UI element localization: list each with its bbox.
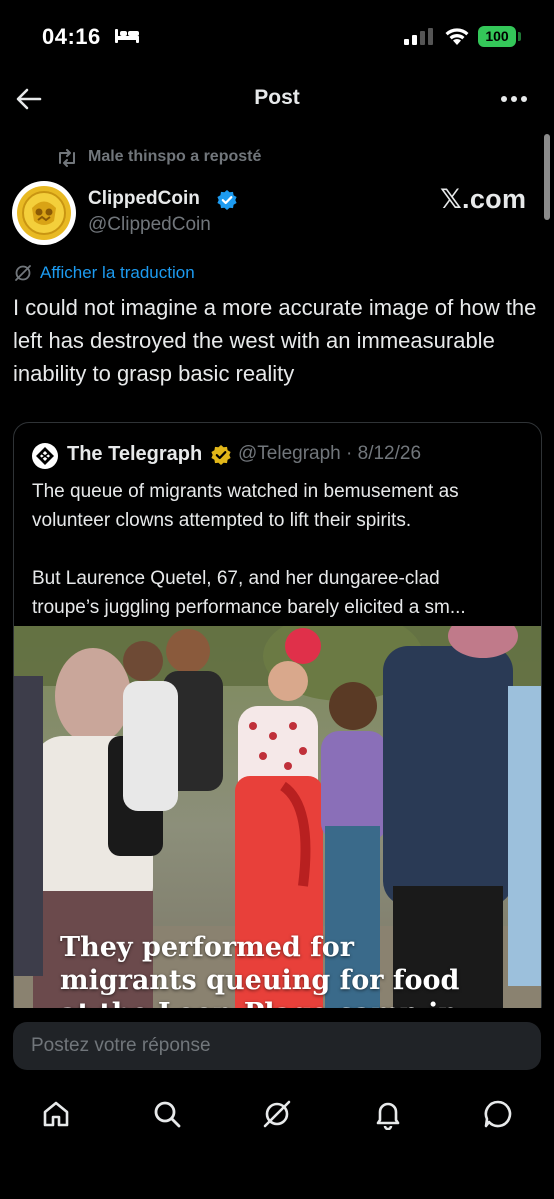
telegraph-logo-avatar[interactable] xyxy=(32,443,58,469)
quoted-text-line: But Laurence Quetel, 67, and her dungare… xyxy=(32,568,440,589)
post-text: I could not imagine a more accurate imag… xyxy=(13,295,537,386)
tab-messages[interactable] xyxy=(478,1092,518,1136)
author-avatar[interactable] xyxy=(12,181,76,245)
notifications-icon xyxy=(376,1102,400,1130)
telegraph-logo-icon xyxy=(33,444,57,468)
tab-grok[interactable] xyxy=(257,1092,297,1136)
battery-indicator: 100 xyxy=(478,26,516,47)
quoted-text-line: troupe’s juggling performance barely eli… xyxy=(32,597,466,618)
status-bar: 04:16 100 xyxy=(0,0,554,72)
image-caption-line: They performed for xyxy=(60,932,354,963)
messages-icon xyxy=(484,1100,512,1128)
bottom-tab-bar xyxy=(0,1092,554,1142)
grok-translate-icon xyxy=(15,265,31,281)
repost-icon xyxy=(59,149,75,167)
image-caption-line: migrants queuing for food xyxy=(60,965,460,996)
cellular-signal-icon xyxy=(404,28,433,45)
more-options-icon[interactable] xyxy=(496,84,532,114)
page-title: Post xyxy=(254,86,300,109)
quoted-text-line: The queue of migrants watched in bemusem… xyxy=(32,481,459,502)
repost-attribution[interactable]: Male thinspo a reposté xyxy=(88,148,261,166)
author-name[interactable]: ClippedCoin xyxy=(88,188,200,210)
tab-home[interactable] xyxy=(36,1092,76,1136)
scrollbar[interactable] xyxy=(544,134,550,220)
quoted-media-image[interactable]: They performed for migrants queuing for … xyxy=(14,626,541,1021)
top-navigation: Post xyxy=(0,76,554,120)
battery-tip xyxy=(518,32,521,41)
status-time: 04:16 xyxy=(42,24,101,49)
quoted-text-line: volunteer clowns attempted to lift their… xyxy=(32,510,412,531)
quoted-post-card[interactable]: The Telegraph @Telegraph · 8/12/26 The q… xyxy=(13,422,542,1022)
quoted-post-text: The queue of migrants watched in bemusem… xyxy=(32,477,527,622)
gold-verified-badge-icon xyxy=(211,445,231,465)
quoted-handle-date[interactable]: @Telegraph · 8/12/26 xyxy=(238,443,421,465)
grok-icon xyxy=(263,1100,291,1128)
tab-search[interactable] xyxy=(147,1092,187,1136)
reply-input[interactable]: Postez votre réponse xyxy=(13,1022,541,1070)
tab-notifications[interactable] xyxy=(368,1092,408,1136)
search-icon xyxy=(154,1101,181,1128)
verified-badge-icon xyxy=(217,190,237,210)
quoted-author-name[interactable]: The Telegraph xyxy=(67,443,202,466)
quoted-text-spacer xyxy=(32,535,527,564)
home-icon xyxy=(43,1101,69,1127)
wifi-icon xyxy=(445,28,469,45)
author-handle[interactable]: @ClippedCoin xyxy=(88,214,211,236)
x-com-watermark: 𝕏.com xyxy=(440,184,527,214)
coin-avatar-image xyxy=(17,186,71,240)
sleep-focus-icon xyxy=(115,29,139,43)
show-translation-link[interactable]: Afficher la traduction xyxy=(40,263,195,283)
reply-placeholder: Postez votre réponse xyxy=(31,1035,211,1056)
